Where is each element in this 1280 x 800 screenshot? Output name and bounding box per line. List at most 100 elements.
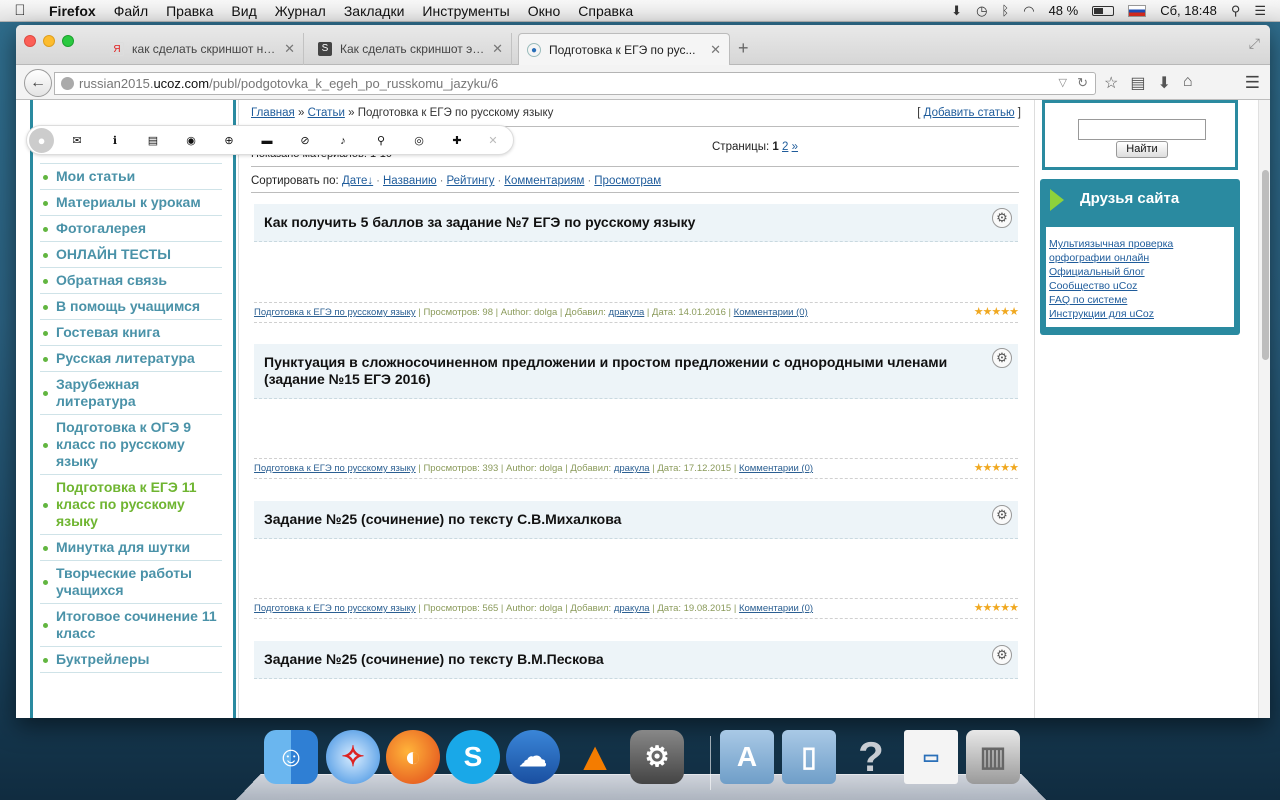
article-added-by-link[interactable]: дракула bbox=[609, 307, 645, 318]
menu-window[interactable]: Окно bbox=[519, 3, 570, 19]
search-button[interactable]: Найти bbox=[1116, 141, 1168, 158]
article-title[interactable]: Задание №25 (сочинение) по тексту В.М.Пе… bbox=[254, 641, 1018, 679]
battery-percent[interactable]: 48 % bbox=[1049, 3, 1079, 18]
settings-gear-icon[interactable]: ⚙ bbox=[992, 505, 1012, 525]
article-title[interactable]: Пунктуация в сложносочиненном предложени… bbox=[254, 344, 1018, 399]
rating-stars[interactable]: ★★★★★ bbox=[974, 305, 1019, 318]
tab-1[interactable]: Я как сделать скриншот на... ✕ bbox=[102, 33, 304, 65]
add-icon[interactable]: ⊕ bbox=[221, 133, 237, 149]
sidebar-item[interactable]: Материалы к урокам bbox=[40, 190, 222, 216]
friends-link[interactable]: FAQ по системе bbox=[1049, 294, 1127, 306]
apple-menu-icon[interactable]:  bbox=[0, 2, 40, 19]
sort-by-comments-link[interactable]: Комментариям bbox=[504, 175, 584, 187]
new-tab-icon[interactable]: + bbox=[738, 38, 749, 59]
block-icon[interactable]: ⊘ bbox=[297, 133, 313, 149]
sidebar-item[interactable]: Мои статьи bbox=[40, 164, 222, 190]
bluetooth-icon[interactable]: ᛒ bbox=[1001, 3, 1009, 18]
sidebar-item[interactable]: Русская литература bbox=[40, 346, 222, 372]
menu-view[interactable]: Вид bbox=[222, 3, 265, 19]
safari-icon[interactable]: ✧ bbox=[326, 730, 380, 784]
sort-by-rating-link[interactable]: Рейтингу bbox=[446, 175, 494, 187]
clock[interactable]: Сб, 18:48 bbox=[1160, 3, 1217, 18]
breadcrumb-articles-link[interactable]: Статьи bbox=[308, 107, 345, 119]
friends-link[interactable]: Официальный блог bbox=[1049, 266, 1145, 278]
firefox-icon[interactable]: ◐ bbox=[386, 730, 440, 784]
vlc-icon[interactable]: ▲ bbox=[568, 730, 622, 784]
bookmark-star-icon[interactable]: ☆ bbox=[1104, 73, 1118, 93]
home-icon[interactable]: ⌂ bbox=[1183, 73, 1193, 93]
site-identity-icon[interactable] bbox=[61, 77, 74, 90]
friends-link[interactable]: Мультиязычная проверка орфографии онлайн bbox=[1049, 238, 1173, 264]
help-icon[interactable]: ? bbox=[844, 730, 898, 784]
page-2-link[interactable]: 2 bbox=[782, 141, 788, 153]
sort-by-views-link[interactable]: Просмотрам bbox=[594, 175, 661, 187]
sidebar-item[interactable]: В помощь учащимся bbox=[40, 294, 222, 320]
sort-by-date-link[interactable]: Дате↓ bbox=[342, 175, 373, 187]
sidebar-item[interactable]: Подготовка к ОГЭ 9 класс по русскому язы… bbox=[40, 415, 222, 475]
article-comments-link[interactable]: Комментарии (0) bbox=[734, 307, 808, 318]
downloads-icon[interactable]: ⬇ bbox=[1157, 73, 1170, 93]
menu-tools[interactable]: Инструменты bbox=[413, 3, 518, 19]
skype-icon[interactable]: S bbox=[446, 730, 500, 784]
article-comments-link[interactable]: Комментарии (0) bbox=[739, 463, 813, 474]
fullscreen-icon[interactable]: ⤢ bbox=[1249, 35, 1260, 52]
zoom-window-button[interactable] bbox=[62, 35, 74, 47]
spotlight-search-icon[interactable]: ⚲ bbox=[1231, 3, 1241, 19]
article-category-link[interactable]: Подготовка к ЕГЭ по русскому языку bbox=[254, 603, 416, 614]
folder-icon[interactable]: ▬ bbox=[259, 133, 275, 149]
article-added-by-link[interactable]: дракула bbox=[614, 603, 650, 614]
sidebar-item[interactable]: Творческие работы учащихся bbox=[40, 561, 222, 604]
menu-hamburger-icon[interactable]: ☰ bbox=[1245, 73, 1260, 93]
close-icon[interactable]: ✕ bbox=[485, 133, 501, 149]
site-search-input[interactable] bbox=[1078, 119, 1206, 140]
sidebar-item[interactable]: Итоговое сочинение 11 класс bbox=[40, 604, 222, 647]
sidebar-item[interactable]: Фотогалерея bbox=[40, 216, 222, 242]
finder-icon[interactable]: ☺ bbox=[264, 730, 318, 784]
close-tab-icon[interactable]: ✕ bbox=[710, 42, 721, 58]
tab-2[interactable]: S Как сделать скриншот эк... ✕ bbox=[310, 33, 512, 65]
sidebar-item[interactable]: Минутка для шутки bbox=[40, 535, 222, 561]
settings-gear-icon[interactable]: ⚙ bbox=[992, 645, 1012, 665]
menu-bookmarks[interactable]: Закладки bbox=[335, 3, 414, 19]
article-category-link[interactable]: Подготовка к ЕГЭ по русскому языку bbox=[254, 463, 416, 474]
friends-link[interactable]: Инструкции для uCoz bbox=[1049, 308, 1154, 320]
system-preferences-icon[interactable]: ⚙ bbox=[630, 730, 684, 784]
breadcrumb-home-link[interactable]: Главная bbox=[251, 107, 295, 119]
eye-icon[interactable]: ◎ bbox=[411, 133, 427, 149]
scrollbar-thumb[interactable] bbox=[1262, 170, 1269, 360]
tab-3-active[interactable]: ● Подготовка к ЕГЭ по рус... ✕ bbox=[518, 33, 730, 65]
close-tab-icon[interactable]: ✕ bbox=[284, 41, 295, 57]
document-icon[interactable]: ▤ bbox=[145, 133, 161, 149]
article-title[interactable]: Задание №25 (сочинение) по тексту С.В.Ми… bbox=[254, 501, 1018, 539]
rating-stars[interactable]: ★★★★★ bbox=[974, 461, 1019, 474]
chat-icon[interactable]: ◉ bbox=[183, 133, 199, 149]
reload-icon[interactable]: ↻ bbox=[1077, 75, 1088, 91]
sidebar-item[interactable]: Обратная связь bbox=[40, 268, 222, 294]
settings-gear-icon[interactable]: ⚙ bbox=[992, 348, 1012, 368]
sort-by-title-link[interactable]: Названию bbox=[383, 175, 437, 187]
page-scrollbar[interactable] bbox=[1258, 100, 1270, 718]
trash-icon[interactable]: ▥ bbox=[966, 730, 1020, 784]
info-icon[interactable]: ℹ bbox=[107, 133, 123, 149]
wifi-icon[interactable]: ◠ bbox=[1023, 3, 1034, 19]
menu-help[interactable]: Справка bbox=[569, 3, 642, 19]
add-article-link[interactable]: Добавить статью bbox=[924, 107, 1015, 119]
sidebar-item[interactable]: ОНЛАЙН ТЕСТЫ bbox=[40, 242, 222, 268]
article-comments-link[interactable]: Комментарии (0) bbox=[739, 603, 813, 614]
menu-app-name[interactable]: Firefox bbox=[40, 3, 105, 19]
puzzle-icon[interactable]: ✚ bbox=[449, 133, 465, 149]
settings-gear-icon[interactable]: ⚙ bbox=[992, 208, 1012, 228]
preview-icon[interactable]: ▭ bbox=[904, 730, 958, 784]
download-status-icon[interactable]: ⬇ bbox=[951, 3, 962, 19]
sidebar-item[interactable]: Буктрейлеры bbox=[40, 647, 222, 673]
input-source-flag-icon[interactable] bbox=[1128, 4, 1147, 17]
menu-history[interactable]: Журнал bbox=[266, 3, 335, 19]
bell-icon[interactable]: ♪ bbox=[335, 133, 351, 149]
menu-file[interactable]: Файл bbox=[105, 3, 157, 19]
article-added-by-link[interactable]: дракула bbox=[614, 463, 650, 474]
search-icon[interactable]: ⚲ bbox=[373, 133, 389, 149]
user-avatar[interactable]: ● bbox=[29, 128, 54, 153]
sidebar-item[interactable]: Гостевая книга bbox=[40, 320, 222, 346]
close-tab-icon[interactable]: ✕ bbox=[492, 41, 503, 57]
article-category-link[interactable]: Подготовка к ЕГЭ по русскому языку bbox=[254, 307, 416, 318]
